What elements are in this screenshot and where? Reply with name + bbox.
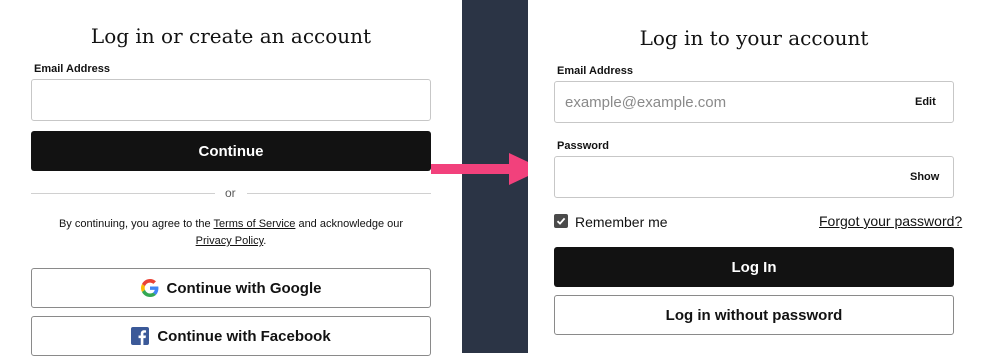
terms-text: By continuing, you agree to the Terms of… [31, 216, 431, 250]
or-text: or [225, 186, 236, 200]
edit-email-button[interactable]: Edit [915, 96, 936, 108]
page-title: Log in or create an account [90, 24, 372, 48]
terms-of-service-link[interactable]: Terms of Service [213, 218, 295, 230]
email-field[interactable] [554, 81, 954, 123]
google-icon [140, 279, 158, 297]
log-in-button[interactable]: Log In [554, 247, 954, 287]
arrow-right-icon [431, 153, 543, 185]
log-in-label: Log In [731, 258, 777, 276]
continue-button[interactable]: Continue [31, 131, 431, 171]
log-in-without-password-label: Log in without password [665, 306, 843, 324]
continue-with-google-button[interactable]: Continue with Google [31, 268, 431, 308]
password-field[interactable] [554, 156, 954, 198]
privacy-policy-link[interactable]: Privacy Policy [196, 235, 264, 247]
remember-me-checkbox[interactable] [554, 214, 568, 228]
or-divider-right [247, 193, 431, 194]
terms-prefix: By continuing, you agree to the [58, 218, 214, 230]
show-password-button[interactable]: Show [910, 171, 939, 183]
or-divider-left [31, 193, 215, 194]
log-in-without-password-button[interactable]: Log in without password [554, 295, 954, 335]
continue-with-facebook-button[interactable]: Continue with Facebook [31, 316, 431, 356]
password-label: Password [557, 140, 609, 152]
terms-middle: and acknowledge our [295, 218, 404, 230]
continue-label: Continue [198, 142, 264, 160]
email-label: Email Address [557, 65, 634, 77]
facebook-button-label: Continue with Facebook [157, 327, 331, 345]
forgot-password-link[interactable]: Forgot your password? [819, 213, 962, 229]
page-title: Log in to your account [639, 26, 869, 50]
google-button-label: Continue with Google [166, 279, 322, 297]
email-label: Email Address [34, 63, 111, 75]
checkmark-icon [556, 217, 566, 225]
terms-suffix: . [263, 235, 267, 247]
login-panel: Log in to your account Email Address Edi… [528, 0, 998, 353]
remember-me-label: Remember me [575, 214, 668, 230]
email-field[interactable] [31, 79, 431, 121]
create-account-panel: Log in or create an account Email Addres… [0, 0, 462, 356]
facebook-icon [131, 327, 150, 345]
